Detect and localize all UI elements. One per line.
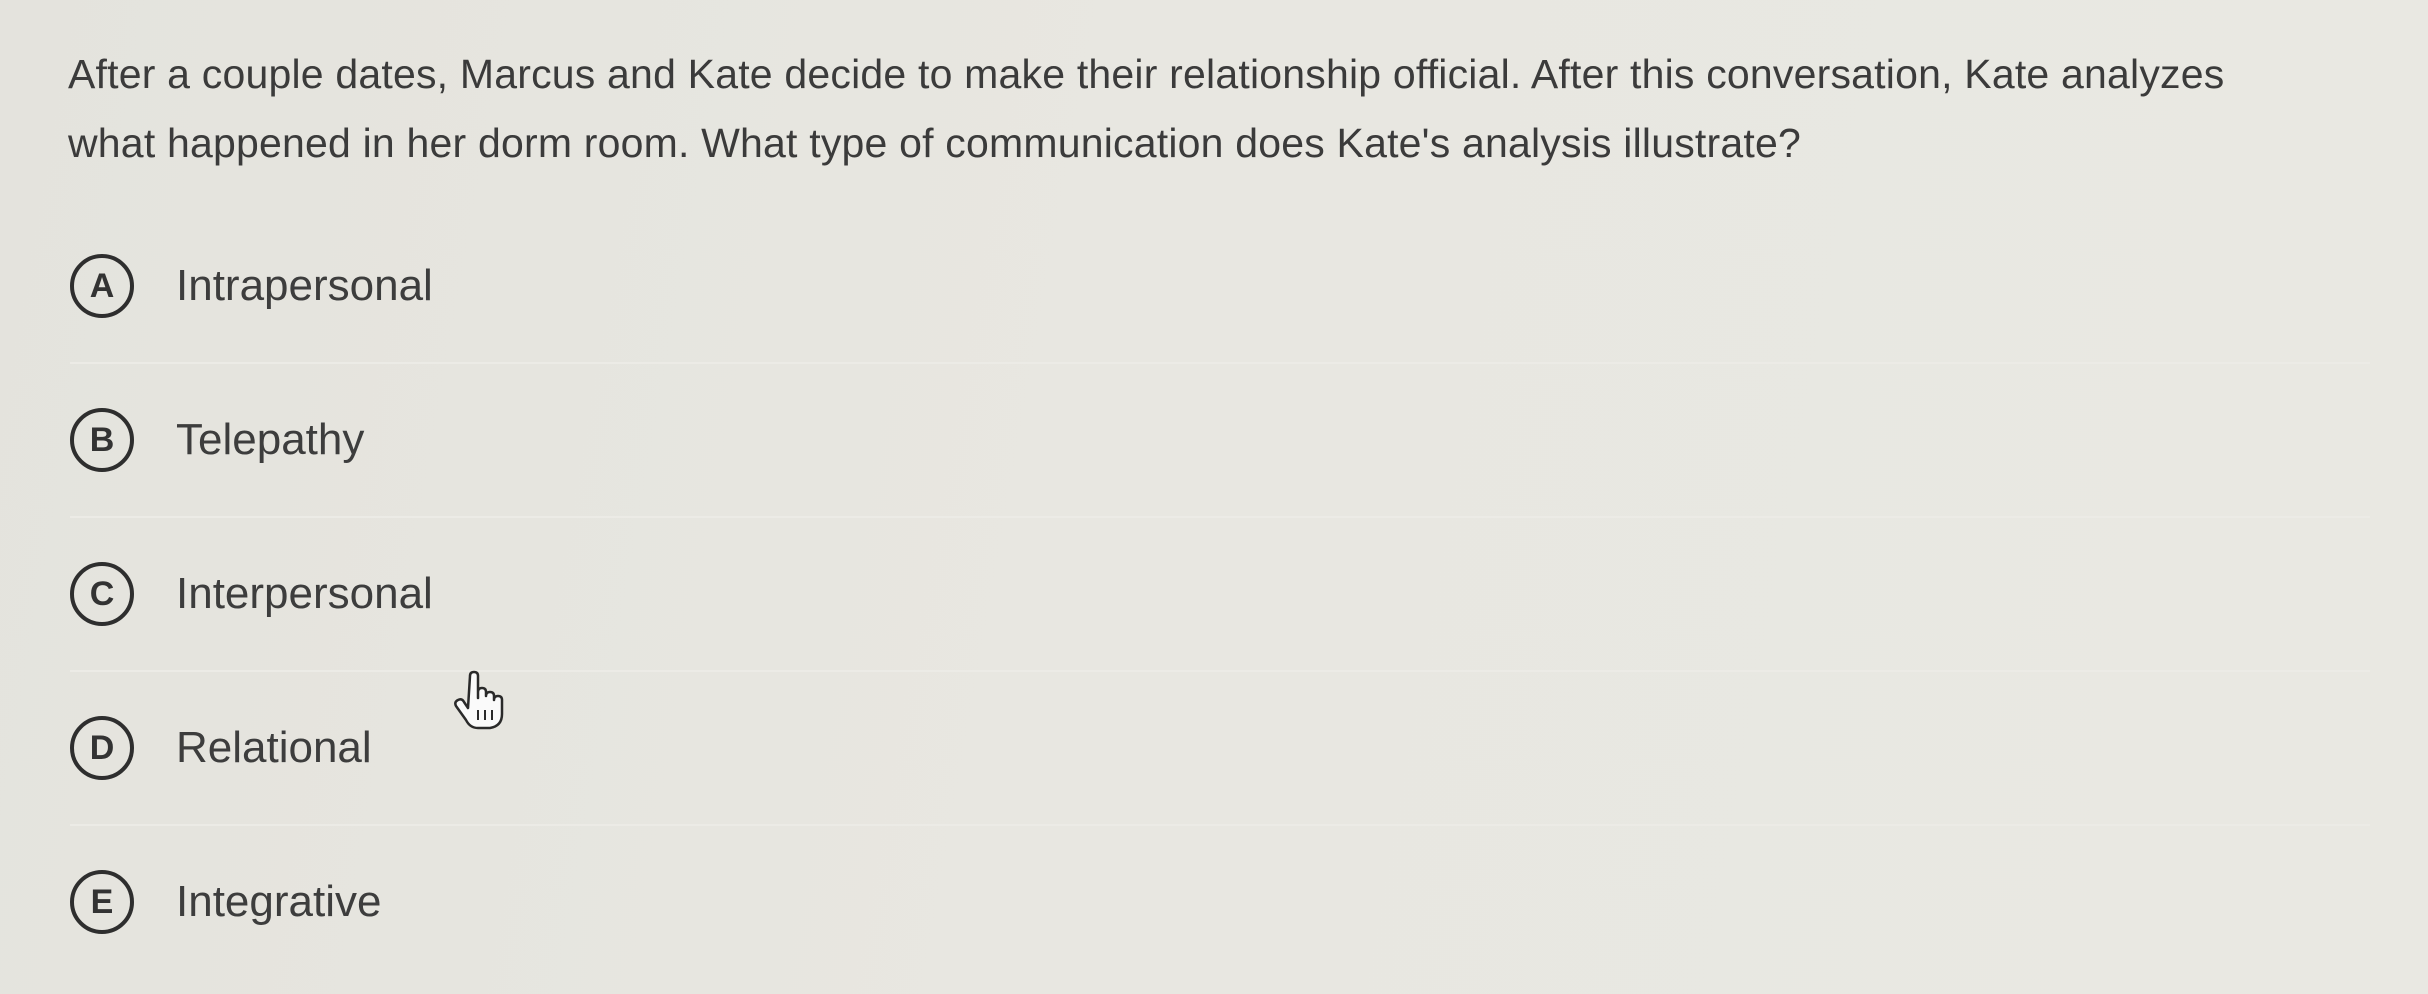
option-c-label: Interpersonal	[176, 569, 433, 618]
option-d-letter-badge: D	[70, 716, 134, 780]
option-b-letter-badge: B	[70, 408, 134, 472]
option-c-letter-badge: C	[70, 562, 134, 626]
option-d[interactable]: D Relational	[70, 672, 2370, 826]
answer-options: A Intrapersonal B Telepathy C Interperso…	[70, 210, 2370, 978]
quiz-screen: After a couple dates, Marcus and Kate de…	[0, 0, 2428, 994]
option-a[interactable]: A Intrapersonal	[70, 210, 2370, 364]
option-e[interactable]: E Integrative	[70, 826, 2370, 978]
option-b[interactable]: B Telepathy	[70, 364, 2370, 518]
option-a-letter-badge: A	[70, 254, 134, 318]
option-c[interactable]: C Interpersonal	[70, 518, 2370, 672]
option-e-letter-badge: E	[70, 870, 134, 934]
hand-pointer-icon	[454, 670, 504, 730]
option-b-label: Telepathy	[176, 415, 365, 464]
option-d-label: Relational	[176, 723, 372, 772]
question-text: After a couple dates, Marcus and Kate de…	[68, 51, 2225, 166]
option-e-label: Integrative	[176, 877, 382, 926]
option-a-label: Intrapersonal	[176, 261, 433, 310]
